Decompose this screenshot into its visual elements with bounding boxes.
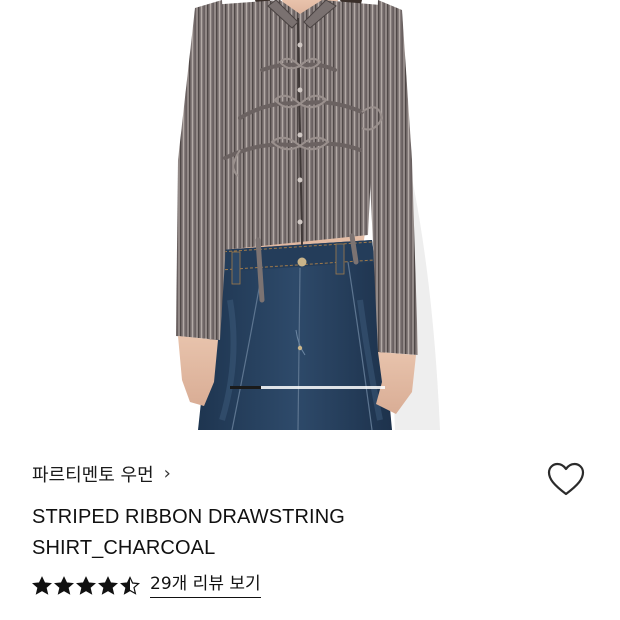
brand-name: 파르티멘토 우먼 [32,465,154,486]
star-full-icon [98,576,118,595]
product-photo-illustration [0,0,620,430]
star-half-icon [120,576,140,595]
product-title: STRIPED RIBBON DRAWSTRING SHIRT_CHARCOAL [32,502,472,564]
star-full-icon [76,576,96,595]
brand-link[interactable]: 파르티멘토 우먼 › [32,460,171,488]
product-info: 파르티멘토 우먼 › STRIPED RIBBON DRAWSTRING SHI… [0,430,620,620]
chevron-right-icon: › [163,463,171,484]
product-title-line-1: STRIPED RIBBON DRAWSTRING [32,506,345,528]
star-full-icon [32,576,52,595]
heart-icon[interactable] [546,460,586,500]
image-carousel-progress [230,386,385,389]
review-count-link[interactable]: 29개 리뷰 보기 [150,574,261,598]
product-title-line-2: SHIRT_CHARCOAL [32,537,216,559]
product-image[interactable] [0,0,620,430]
rating-row: 29개 리뷰 보기 [32,572,261,600]
star-full-icon [54,576,74,595]
image-carousel-progress-fill [230,386,261,389]
star-rating [32,576,140,596]
